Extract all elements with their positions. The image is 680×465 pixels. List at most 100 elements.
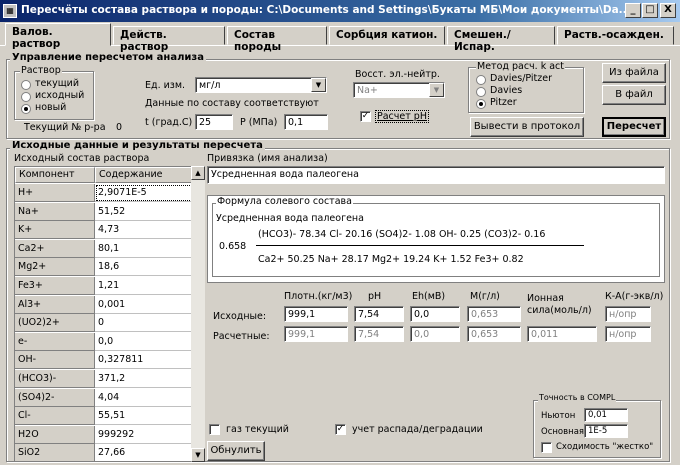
chevron-down-icon[interactable]: ▼	[429, 83, 444, 97]
table-cell-content[interactable]: 371,2	[95, 370, 203, 388]
electroneutrality-label: Восст. эл.-нейтр.	[355, 69, 440, 80]
table-cell-component[interactable]: Na+	[15, 202, 95, 221]
calc-ph-label: Расчет pH	[375, 110, 429, 123]
table-cell-content[interactable]: 0,001	[95, 296, 203, 314]
newton-label: Ньютон	[541, 411, 576, 421]
pressure-field[interactable]: 0,1	[284, 114, 328, 130]
tab-active-solution[interactable]: Действ. раствор	[113, 26, 225, 53]
table-cell-component[interactable]: (HCO3)-	[15, 370, 95, 388]
table-cell-component[interactable]: e-	[15, 332, 95, 351]
radio-initial-label: исходный	[35, 90, 85, 101]
reset-button[interactable]: Обнулить	[207, 441, 265, 461]
table-cell-content[interactable]: 51,52	[95, 203, 203, 221]
table-cell-component[interactable]: (UO2)2+	[15, 314, 95, 333]
from-file-button[interactable]: Из файла	[602, 63, 666, 83]
table-cell-component[interactable]: OH-	[15, 351, 95, 370]
calc-ionic-strength-field[interactable]: 0,011	[527, 326, 597, 342]
main-precision-label: Основная	[541, 427, 585, 437]
column-header-content[interactable]: Содержание	[95, 167, 203, 183]
binding-field[interactable]: Усредненная вода палеогена	[207, 166, 665, 184]
app-icon[interactable]: ▦	[3, 4, 17, 18]
formula-anions: (HCO3)- 78.34 Cl- 20.16 (SO4)2- 1.08 OH-…	[258, 229, 546, 240]
strict-convergence-label: Сходимость "жестко"	[556, 442, 654, 452]
table-cell-component[interactable]: Mg2+	[15, 258, 95, 277]
density-header: Плотн.(кг/м3)	[284, 291, 353, 302]
units-select[interactable]: мг/л	[195, 77, 327, 93]
calc-eh-field[interactable]: 0,0	[410, 326, 460, 342]
radio-new-label: новый	[35, 102, 67, 113]
table-cell-content[interactable]: 999292	[95, 426, 203, 444]
control-group-title: Управление пересчетом анализа	[10, 52, 206, 63]
units-label: Ед. изм.	[145, 80, 186, 91]
to-file-button[interactable]: В файл	[602, 85, 666, 105]
table-cell-component[interactable]: Cl-	[15, 407, 95, 426]
table-cell-component[interactable]: Fe3+	[15, 277, 95, 295]
table-scrollbar[interactable]: ▲ ▼	[191, 166, 205, 462]
table-cell-content[interactable]: 27,66	[95, 444, 203, 461]
initial-density-field[interactable]: 999,1	[284, 306, 348, 322]
radio-davies-label: Davies	[490, 85, 523, 96]
table-cell-component[interactable]: (SO4)2-	[15, 388, 95, 407]
calc-ph-checkbox[interactable]: ✓	[360, 111, 371, 122]
recalc-button[interactable]: Пересчет	[602, 117, 666, 137]
ionic-strength-header: Ионная сила(моль/л)	[527, 293, 592, 316]
calc-alkalinity-field[interactable]: н/опр	[605, 326, 651, 342]
radio-current[interactable]	[21, 80, 31, 90]
initial-mineralization-field[interactable]: 0,653	[467, 306, 521, 322]
tab-rock-composition[interactable]: Состав породы	[227, 26, 327, 53]
radio-initial[interactable]	[21, 92, 31, 102]
table-cell-content[interactable]: 2,9071E-5	[95, 184, 203, 202]
table-cell-content[interactable]: 80,1	[95, 240, 203, 258]
table-cell-content[interactable]: 1,21	[95, 277, 203, 295]
table-cell-content[interactable]: 0	[95, 314, 203, 333]
decay-checkbox[interactable]: ✓	[335, 424, 346, 435]
strict-convergence-checkbox[interactable]	[541, 442, 552, 453]
calc-density-field[interactable]: 999,1	[284, 326, 348, 342]
scroll-down-icon[interactable]: ▼	[191, 448, 205, 462]
solution-group-title: Раствор	[20, 65, 62, 76]
tab-gross-solution[interactable]: Валов. раствор	[5, 23, 111, 50]
protocol-button[interactable]: Вывести в протокол	[470, 117, 584, 137]
precision-title: Точность в COMPL	[538, 393, 617, 402]
pressure-label: P (МПа)	[240, 117, 278, 128]
table-cell-content[interactable]: 55,51	[95, 407, 203, 426]
initial-composition-label: Исходный состав раствора	[14, 153, 150, 164]
newton-field[interactable]: 0,01	[584, 408, 628, 422]
initial-ph-field[interactable]: 7,54	[354, 306, 404, 322]
radio-davies-pitzer[interactable]	[476, 75, 486, 85]
table-cell-component[interactable]: H2O	[15, 425, 95, 444]
radio-pitzer[interactable]	[476, 99, 486, 109]
maximize-button[interactable]: □	[642, 3, 658, 18]
gas-current-checkbox[interactable]	[209, 424, 220, 435]
tab-dissolution-precipitation[interactable]: Раств.-осажден.	[557, 26, 674, 45]
tab-mixing-evaporation[interactable]: Смешен./Испар.	[447, 26, 555, 53]
table-cell-component[interactable]: K+	[15, 221, 95, 240]
radio-new[interactable]	[21, 104, 31, 114]
close-button[interactable]: X	[660, 3, 676, 18]
chevron-down-icon[interactable]: ▼	[311, 78, 326, 92]
calc-mineralization-field[interactable]: 0,653	[467, 326, 521, 342]
scroll-up-icon[interactable]: ▲	[191, 166, 205, 180]
table-cell-component[interactable]: Ca2+	[15, 239, 95, 258]
table-cell-component[interactable]: SiO2	[15, 444, 95, 461]
table-cell-content[interactable]: 18,6	[95, 258, 203, 277]
table-cell-content[interactable]: 4,04	[95, 389, 203, 407]
temperature-field[interactable]: 25	[195, 114, 233, 130]
column-header-component[interactable]: Компонент	[15, 167, 95, 183]
table-cell-content[interactable]: 4,73	[95, 221, 203, 240]
gas-current-label: газ текущий	[226, 424, 289, 435]
table-cell-content[interactable]: 0,0	[95, 333, 203, 351]
calc-ph-field[interactable]: 7,54	[354, 326, 404, 342]
tab-cation-sorption[interactable]: Сорбция катион.	[329, 26, 445, 45]
composition-table[interactable]: Компонент Содержание H+ 2,9071E-5 Na+ 51,52…	[14, 166, 204, 462]
binding-label: Привязка (имя анализа)	[207, 153, 328, 164]
table-cell-component[interactable]: H+	[15, 184, 95, 202]
initial-eh-field[interactable]: 0,0	[410, 306, 460, 322]
table-cell-component[interactable]: Al3+	[15, 295, 95, 314]
radio-davies[interactable]	[476, 87, 486, 97]
initial-alkalinity-field[interactable]: н/опр	[605, 306, 651, 322]
main-precision-field[interactable]: 1E-5	[584, 424, 628, 438]
radio-current-label: текущий	[35, 78, 80, 89]
minimize-button[interactable]: _	[625, 3, 641, 18]
table-cell-content[interactable]: 0,327811	[95, 351, 203, 370]
